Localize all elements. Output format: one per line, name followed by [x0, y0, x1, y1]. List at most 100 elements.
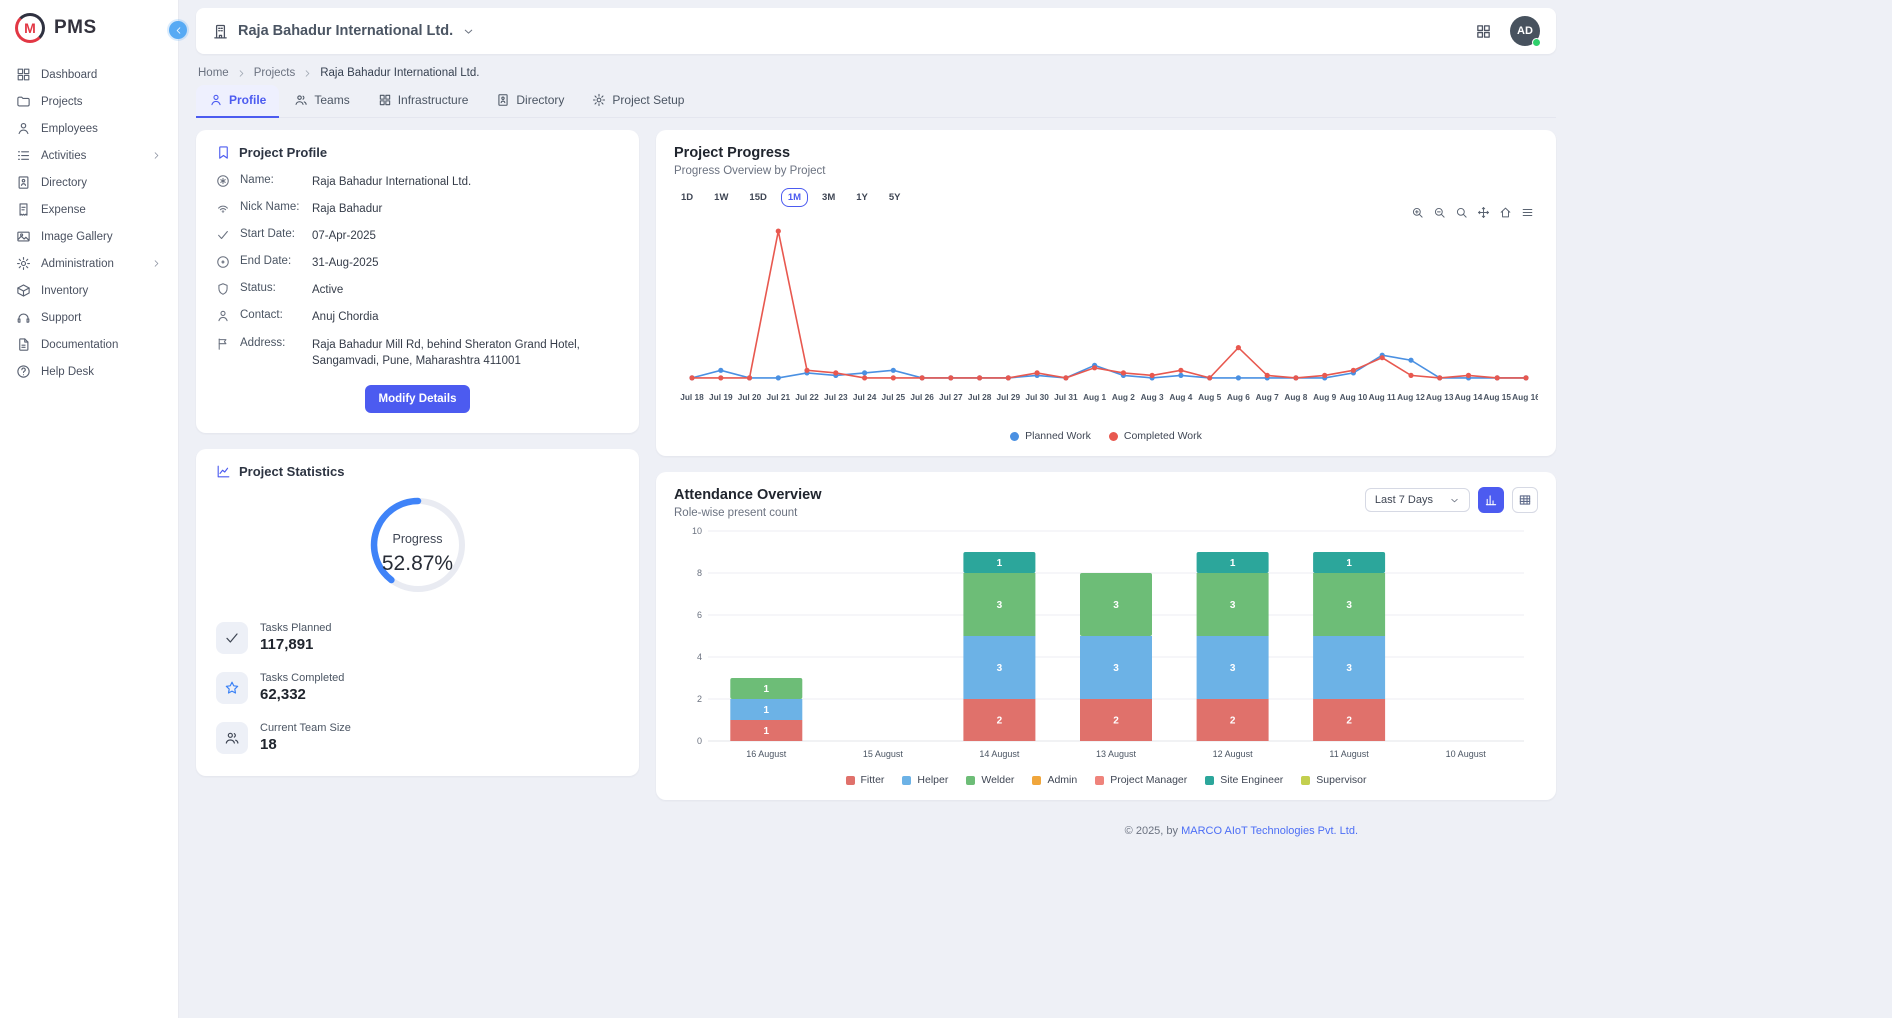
sidebar-item-administration[interactable]: Administration	[0, 250, 178, 277]
documentation-icon	[16, 337, 31, 352]
menu-icon[interactable]	[1521, 206, 1534, 219]
legend-site-engineer[interactable]: Site Engineer	[1205, 774, 1283, 786]
field-label: Name:	[240, 174, 302, 186]
profile-field-name: Name:Raja Bahadur International Ltd.	[216, 174, 619, 190]
sidebar-item-help-desk[interactable]: Help Desk	[0, 358, 178, 385]
tab-infrastructure[interactable]: Infrastructure	[365, 85, 482, 118]
stat-value: 18	[260, 736, 351, 753]
range-1w-button[interactable]: 1W	[707, 188, 735, 207]
sidebar-item-projects[interactable]: Projects	[0, 88, 178, 115]
gear-icon	[16, 256, 31, 271]
project-progress-card: Project Progress Progress Overview by Pr…	[656, 130, 1556, 456]
legend-swatch	[1301, 776, 1310, 785]
range-15d-button[interactable]: 15D	[742, 188, 773, 207]
svg-text:Jul 30: Jul 30	[1025, 392, 1049, 402]
legend-planned-work[interactable]: Planned Work	[1010, 430, 1091, 442]
svg-text:Aug 10: Aug 10	[1340, 392, 1368, 402]
logo-text: PMS	[54, 17, 97, 39]
sidebar-item-activities[interactable]: Activities	[0, 142, 178, 169]
attendance-range-select[interactable]: Last 7 Days	[1365, 488, 1470, 512]
tab-profile[interactable]: Profile	[196, 85, 279, 118]
apps-icon[interactable]	[1475, 23, 1492, 40]
zoom-in-icon[interactable]	[1411, 206, 1424, 219]
legend-dot	[1109, 432, 1118, 441]
legend-fitter[interactable]: Fitter	[846, 774, 885, 786]
footer-link[interactable]: MARCO AIoT Technologies Pvt. Ltd.	[1181, 825, 1358, 837]
svg-text:Jul 21: Jul 21	[767, 392, 791, 402]
gear-icon	[592, 93, 606, 107]
home-icon[interactable]	[1499, 206, 1512, 219]
legend-project-manager[interactable]: Project Manager	[1095, 774, 1187, 786]
tab-project-setup[interactable]: Project Setup	[579, 85, 697, 118]
sidebar-item-employees[interactable]: Employees	[0, 115, 178, 142]
breadcrumb-item-raja-bahadur-international-ltd[interactable]: Raja Bahadur International Ltd.	[320, 67, 479, 79]
legend-swatch	[846, 776, 855, 785]
svg-text:3: 3	[1346, 600, 1352, 611]
range-1d-button[interactable]: 1D	[674, 188, 700, 207]
attendance-chart-legend: Fitter Helper Welder Admin Project Manager Si…	[674, 774, 1538, 786]
attendance-header: Attendance Overview Role-wise present co…	[674, 487, 1538, 519]
legend-swatch	[902, 776, 911, 785]
svg-text:Aug 7: Aug 7	[1256, 392, 1279, 402]
range-1y-button[interactable]: 1Y	[849, 188, 875, 207]
company-selector[interactable]: Raja Bahadur International Ltd.	[212, 23, 475, 40]
legend-dot	[1010, 432, 1019, 441]
tab-label: Project Setup	[612, 93, 684, 107]
page-grid: Project Profile Name:Raja Bahadur Intern…	[196, 130, 1556, 837]
svg-text:Jul 18: Jul 18	[680, 392, 704, 402]
sidebar-item-directory[interactable]: Directory	[0, 169, 178, 196]
svg-text:4: 4	[697, 652, 702, 662]
building-icon	[212, 23, 229, 40]
legend-welder[interactable]: Welder	[966, 774, 1014, 786]
zoom-out-icon[interactable]	[1433, 206, 1446, 219]
avatar[interactable]: AD	[1510, 16, 1540, 46]
sidebar-item-support[interactable]: Support	[0, 304, 178, 331]
stat-value: 117,891	[260, 636, 332, 653]
topbar: Raja Bahadur International Ltd. AD	[196, 8, 1556, 54]
breadcrumb-item-home[interactable]: Home	[198, 67, 229, 79]
shield-icon	[216, 282, 230, 296]
help-desk-icon	[16, 364, 31, 379]
svg-text:Aug 9: Aug 9	[1313, 392, 1336, 402]
modify-details-button[interactable]: Modify Details	[365, 385, 471, 413]
legend-helper[interactable]: Helper	[902, 774, 948, 786]
sidebar-collapse-button[interactable]	[169, 21, 187, 39]
range-3m-button[interactable]: 3M	[815, 188, 842, 207]
progress-gauge-wrap: Progress 52.87%	[363, 491, 473, 604]
svg-text:Aug 6: Aug 6	[1227, 392, 1250, 402]
team-icon	[224, 730, 240, 746]
sidebar-item-dashboard[interactable]: Dashboard	[0, 61, 178, 88]
star-icon	[224, 680, 240, 696]
range-5y-button[interactable]: 5Y	[882, 188, 908, 207]
field-value: Raja Bahadur Mill Rd, behind Sheraton Gr…	[312, 337, 618, 369]
range-1m-button[interactable]: 1M	[781, 188, 808, 207]
zoom-icon[interactable]	[1455, 206, 1468, 219]
bar-chart-view-button[interactable]	[1478, 487, 1504, 513]
chart-line-icon	[216, 464, 231, 479]
pan-icon[interactable]	[1477, 206, 1490, 219]
chevron-right-icon	[151, 150, 162, 161]
legend-completed-work[interactable]: Completed Work	[1109, 430, 1202, 442]
breadcrumb-item-projects[interactable]: Projects	[254, 67, 296, 79]
profile-field-contact: Contact:Anuj Chordia	[216, 309, 619, 325]
svg-text:Aug 5: Aug 5	[1198, 392, 1221, 402]
svg-text:1: 1	[764, 726, 770, 737]
gauge-value: 52.87%	[363, 552, 473, 576]
tab-bar: ProfileTeamsInfrastructureDirectory Proje…	[196, 85, 1556, 118]
sidebar-item-image-gallery[interactable]: Image Gallery	[0, 223, 178, 250]
svg-text:1: 1	[997, 558, 1003, 569]
legend-admin[interactable]: Admin	[1032, 774, 1077, 786]
svg-text:Aug 1: Aug 1	[1083, 392, 1106, 402]
sidebar-item-inventory[interactable]: Inventory	[0, 277, 178, 304]
sidebar-item-label: Dashboard	[41, 69, 97, 81]
legend-supervisor[interactable]: Supervisor	[1301, 774, 1366, 786]
tab-teams[interactable]: Teams	[281, 85, 362, 118]
table-view-button[interactable]	[1512, 487, 1538, 513]
svg-text:Jul 24: Jul 24	[853, 392, 877, 402]
tab-directory[interactable]: Directory	[483, 85, 577, 118]
sidebar-item-expense[interactable]: Expense	[0, 196, 178, 223]
svg-text:Aug 8: Aug 8	[1284, 392, 1307, 402]
svg-text:2: 2	[1346, 716, 1352, 727]
infrastructure-icon	[378, 93, 392, 107]
sidebar-item-documentation[interactable]: Documentation	[0, 331, 178, 358]
